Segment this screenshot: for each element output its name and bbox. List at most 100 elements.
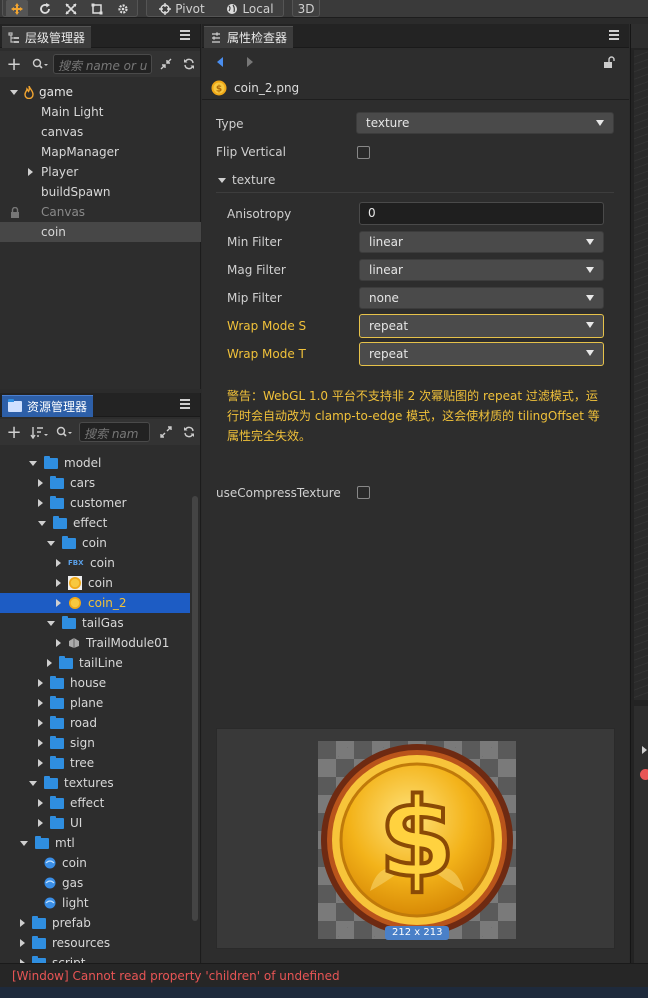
expand-arrow-icon[interactable] — [38, 499, 43, 507]
asset-item-light[interactable]: light — [0, 893, 190, 913]
mode-3d-button[interactable]: 3D — [293, 0, 319, 17]
use-compress-texture-checkbox[interactable] — [357, 486, 370, 499]
pivot-button[interactable]: Pivot — [152, 0, 212, 17]
assets-search-input[interactable]: 搜索 nam — [79, 422, 150, 442]
asset-item-textures[interactable]: textures — [0, 773, 190, 793]
expand-arrow-icon[interactable] — [38, 799, 43, 807]
expand-arrow-icon[interactable] — [20, 840, 28, 846]
assets-menu-icon[interactable] — [180, 399, 190, 409]
settings-tool-button[interactable] — [112, 0, 134, 17]
flip-vertical-checkbox[interactable] — [357, 146, 370, 159]
asset-item-customer[interactable]: customer — [0, 493, 190, 513]
asset-item-road[interactable]: road — [0, 713, 190, 733]
expand-arrow-icon[interactable] — [38, 520, 46, 526]
asset-item-house[interactable]: house — [0, 673, 190, 693]
search-filter-button[interactable] — [30, 54, 50, 74]
lock-icon[interactable] — [10, 206, 20, 218]
asset-item-trailmodule01[interactable]: TrailModule01 — [0, 633, 190, 653]
asset-item-coin[interactable]: coin — [0, 853, 190, 873]
asset-item-tailline[interactable]: tailLine — [0, 653, 190, 673]
assets-scrollbar[interactable] — [192, 496, 198, 921]
tab-inspector[interactable]: 属性检查器 — [204, 26, 294, 48]
collapse-all-button[interactable] — [157, 54, 175, 74]
expand-arrow-icon[interactable] — [29, 780, 37, 786]
expand-arrow-icon[interactable] — [38, 819, 43, 827]
tree-node-mapmanager[interactable]: MapManager — [0, 142, 201, 162]
unlock-icon[interactable] — [603, 56, 615, 68]
expand-arrow-icon[interactable] — [38, 679, 43, 687]
expand-arrow-icon[interactable] — [56, 639, 61, 647]
asset-item-gas[interactable]: gas — [0, 873, 190, 893]
play-arrow-icon[interactable] — [642, 746, 647, 754]
asset-item-sign[interactable]: sign — [0, 733, 190, 753]
back-arrow-icon[interactable] — [216, 57, 224, 67]
hierarchy-menu-icon[interactable] — [180, 30, 190, 40]
asset-item-script[interactable]: script — [0, 953, 190, 963]
asset-item-plane[interactable]: plane — [0, 693, 190, 713]
move-tool-button[interactable] — [6, 0, 28, 17]
asset-item-tree[interactable]: tree — [0, 753, 190, 773]
hierarchy-search-input[interactable]: 搜索 name or u — [53, 54, 152, 74]
mip-filter-select[interactable]: none — [359, 287, 604, 309]
expand-arrow-icon[interactable] — [28, 168, 33, 176]
expand-arrow-icon[interactable] — [38, 759, 43, 767]
expand-arrow-icon[interactable] — [56, 559, 61, 567]
asset-item-coin[interactable]: FBX coin — [0, 553, 190, 573]
wrap-mode-s-select[interactable]: repeat — [359, 314, 604, 338]
expand-arrow-icon[interactable] — [47, 620, 55, 626]
expand-arrow-icon[interactable] — [47, 540, 55, 546]
asset-item-coin-2[interactable]: coin_2 — [0, 593, 190, 613]
asset-item-coin[interactable]: coin — [0, 533, 190, 553]
tree-node-canvas-lower[interactable]: canvas — [0, 122, 201, 142]
asset-item-mtl[interactable]: mtl — [0, 833, 190, 853]
rect-tool-button[interactable] — [86, 0, 108, 17]
mag-filter-select[interactable]: linear — [359, 259, 604, 281]
anisotropy-input[interactable]: 0 — [359, 202, 604, 225]
asset-item-ui[interactable]: UI — [0, 813, 190, 833]
tab-assets[interactable]: 资源管理器 — [2, 395, 94, 417]
asset-item-coin[interactable]: coin — [0, 573, 190, 593]
expand-arrow-icon[interactable] — [20, 939, 25, 947]
expand-arrow-icon[interactable] — [56, 579, 61, 587]
asset-item-cars[interactable]: cars — [0, 473, 190, 493]
tree-node-player[interactable]: Player — [0, 162, 201, 182]
scale-tool-button[interactable] — [60, 0, 82, 17]
add-asset-button[interactable]: + — [6, 422, 22, 443]
expand-arrow-icon[interactable] — [56, 599, 61, 607]
expand-arrow-icon[interactable] — [29, 460, 37, 466]
asset-item-model[interactable]: model — [0, 453, 190, 473]
expand-arrow-icon[interactable] — [38, 739, 43, 747]
sort-button[interactable] — [28, 422, 50, 442]
expand-all-button[interactable] — [157, 422, 175, 442]
expand-arrow-icon[interactable] — [47, 659, 52, 667]
tree-node-buildspawn[interactable]: buildSpawn — [0, 182, 201, 202]
rotate-tool-button[interactable] — [34, 0, 56, 17]
type-select[interactable]: texture — [356, 112, 614, 134]
inspector-menu-icon[interactable] — [609, 30, 619, 40]
status-error-message[interactable]: [Window] Cannot read property 'children'… — [12, 969, 340, 983]
asset-search-filter-button[interactable] — [54, 422, 74, 442]
tree-node-coin[interactable]: coin — [0, 222, 201, 242]
local-button[interactable]: Local — [222, 0, 278, 17]
add-node-button[interactable]: + — [6, 54, 22, 75]
expand-arrow-icon[interactable] — [38, 719, 43, 727]
asset-item-resources[interactable]: resources — [0, 933, 190, 953]
asset-item-tailgas[interactable]: tailGas — [0, 613, 190, 633]
asset-item-prefab[interactable]: prefab — [0, 913, 190, 933]
min-filter-select[interactable]: linear — [359, 231, 604, 253]
texture-section-header[interactable]: texture — [218, 169, 275, 191]
wrap-mode-t-select[interactable]: repeat — [359, 342, 604, 366]
expand-arrow-icon[interactable] — [38, 479, 43, 487]
tree-node-game[interactable]: game — [0, 82, 201, 102]
asset-item-effect[interactable]: effect — [0, 513, 190, 533]
expand-arrow-icon[interactable] — [10, 89, 18, 95]
expand-arrow-icon[interactable] — [38, 699, 43, 707]
forward-arrow-icon[interactable] — [246, 57, 254, 67]
refresh-assets-button[interactable] — [180, 422, 198, 442]
expand-arrow-icon[interactable] — [20, 919, 25, 927]
tree-node-canvas[interactable]: Canvas — [0, 202, 201, 222]
asset-item-effect[interactable]: effect — [0, 793, 190, 813]
tree-node-main-light[interactable]: Main Light — [0, 102, 201, 122]
refresh-hierarchy-button[interactable] — [180, 54, 198, 74]
tab-hierarchy[interactable]: 层级管理器 — [2, 26, 92, 48]
